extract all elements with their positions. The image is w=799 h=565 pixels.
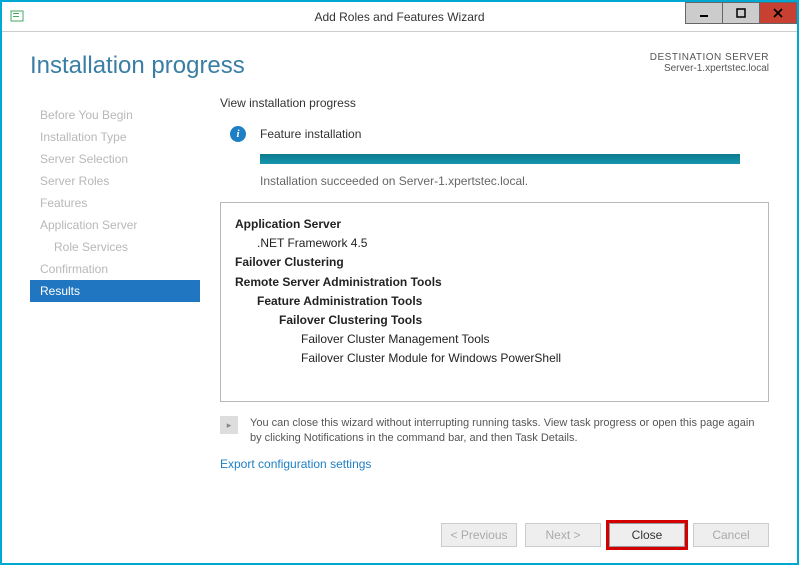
sidebar-item-server-selection: Server Selection — [30, 148, 200, 170]
progress-status: Installation succeeded on Server-1.xpert… — [260, 174, 769, 188]
hint-text: You can close this wizard without interr… — [250, 416, 769, 447]
window-controls — [686, 2, 797, 24]
result-line: Remote Server Administration Tools — [235, 273, 754, 292]
sidebar-item-before-you-begin: Before You Begin — [30, 104, 200, 126]
sidebar-item-features: Features — [30, 192, 200, 214]
next-button: Next > — [525, 523, 601, 547]
body: Before You Begin Installation Type Serve… — [2, 90, 797, 511]
header: Installation progress DESTINATION SERVER… — [2, 32, 797, 90]
sidebar-item-server-roles: Server Roles — [30, 170, 200, 192]
minimize-button[interactable] — [685, 2, 723, 24]
page-title: Installation progress — [30, 52, 245, 80]
result-line: Failover Clustering — [235, 253, 754, 272]
result-line: Failover Cluster Module for Windows Powe… — [301, 349, 754, 368]
progress-heading: View installation progress — [220, 96, 769, 110]
window-title: Add Roles and Features Wizard — [2, 10, 797, 24]
destination-label: DESTINATION SERVER — [650, 52, 769, 63]
close-button[interactable]: Close — [609, 523, 685, 547]
info-icon: i — [230, 126, 246, 142]
result-line: Failover Clustering Tools — [279, 311, 754, 330]
export-link[interactable]: Export configuration settings — [220, 457, 371, 471]
result-line: Application Server — [235, 215, 754, 234]
main-panel: View installation progress i Feature ins… — [200, 90, 769, 511]
destination-server: Server-1.xpertstec.local — [650, 63, 769, 74]
close-window-button[interactable] — [759, 2, 797, 24]
result-line: .NET Framework 4.5 — [257, 234, 754, 253]
sidebar-item-installation-type: Installation Type — [30, 126, 200, 148]
titlebar: Add Roles and Features Wizard — [2, 2, 797, 32]
sidebar: Before You Begin Installation Type Serve… — [30, 90, 200, 511]
progress-bar — [260, 154, 740, 164]
info-row: i Feature installation — [220, 126, 769, 142]
maximize-button[interactable] — [722, 2, 760, 24]
sidebar-item-results[interactable]: Results — [30, 280, 200, 302]
sidebar-item-role-services: Role Services — [30, 236, 200, 258]
sidebar-item-confirmation: Confirmation — [30, 258, 200, 280]
hint-row: ▸ You can close this wizard without inte… — [220, 416, 769, 447]
result-line: Failover Cluster Management Tools — [301, 330, 754, 349]
wizard-window: Add Roles and Features Wizard Installati… — [2, 2, 797, 563]
results-box: Application Server .NET Framework 4.5 Fa… — [220, 202, 769, 402]
flag-icon: ▸ — [220, 416, 238, 434]
result-line: Feature Administration Tools — [257, 292, 754, 311]
previous-button: < Previous — [441, 523, 517, 547]
destination-info: DESTINATION SERVER Server-1.xpertstec.lo… — [650, 52, 769, 74]
info-text: Feature installation — [260, 127, 361, 141]
app-icon — [10, 9, 26, 25]
sidebar-item-application-server: Application Server — [30, 214, 200, 236]
cancel-button: Cancel — [693, 523, 769, 547]
footer: < Previous Next > Close Cancel — [2, 511, 797, 563]
